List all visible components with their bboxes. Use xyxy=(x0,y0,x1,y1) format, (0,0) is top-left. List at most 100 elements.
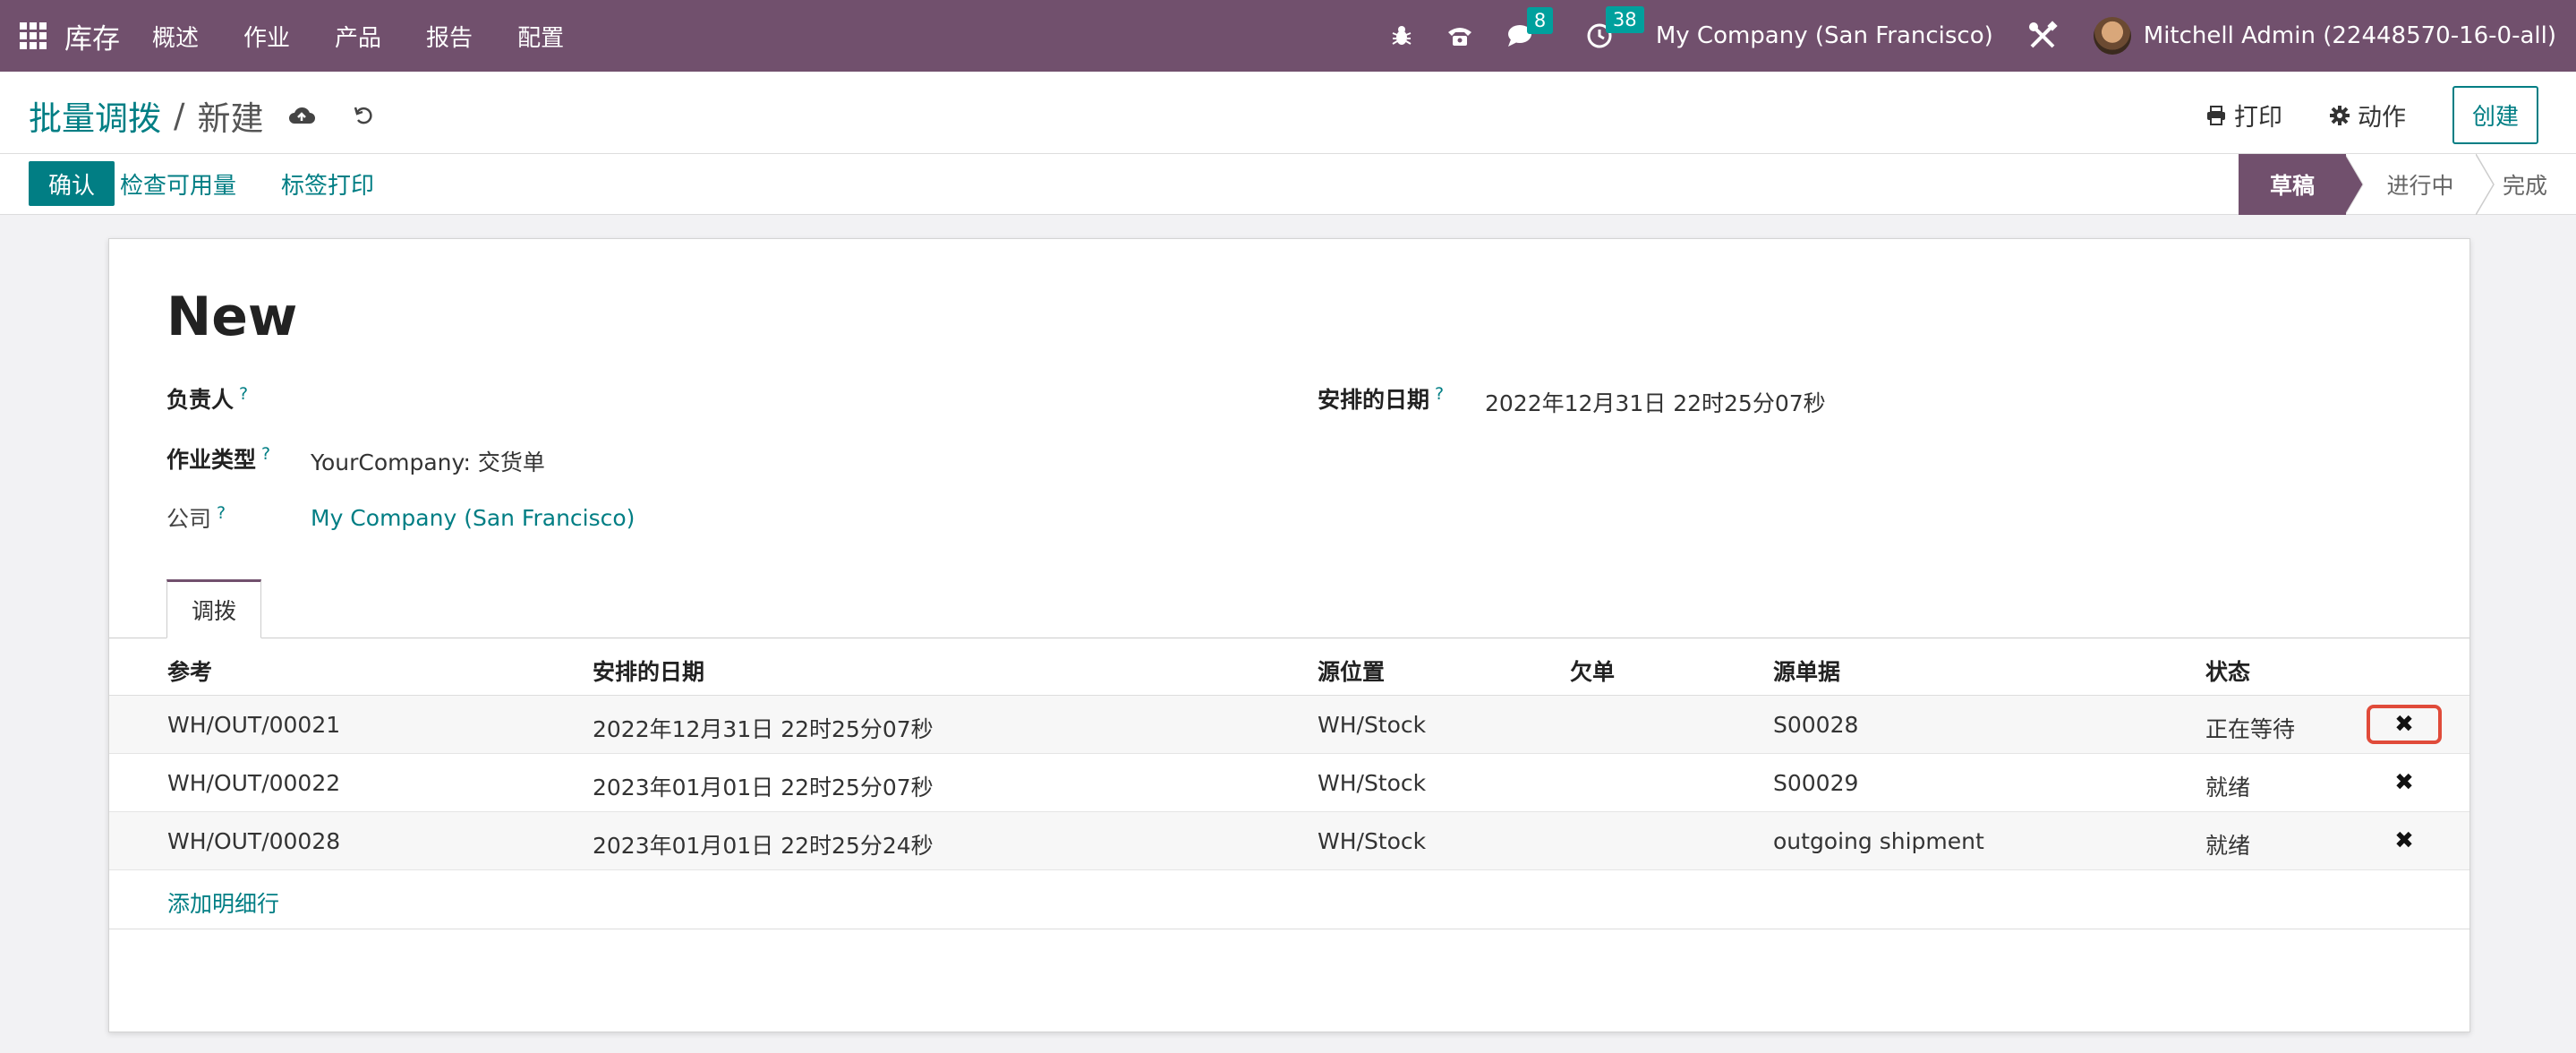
add-line-row: 添加明细行 xyxy=(109,870,2469,929)
help-icon[interactable]: ? xyxy=(261,444,270,464)
status-arrow xyxy=(2476,154,2495,215)
status-draft-label: 草稿 xyxy=(2269,173,2315,199)
check-availability-button[interactable]: 检查可用量 xyxy=(120,161,236,206)
control-panel-bottom: 确认 检查可用量 标签打印 草稿 进行中 完成 xyxy=(0,154,2576,215)
menu-item-reporting[interactable]: 报告 xyxy=(426,20,473,53)
action-label: 动作 xyxy=(2357,104,2406,132)
save-cloud-icon[interactable] xyxy=(288,106,316,125)
cell-scheduled-date: 2023年01月01日 22时25分07秒 xyxy=(593,775,934,800)
help-icon[interactable]: ? xyxy=(1435,384,1444,404)
printer-icon xyxy=(2206,105,2225,125)
create-button[interactable]: 创建 xyxy=(2452,86,2538,144)
gear-icon xyxy=(2329,105,2350,125)
add-line-link[interactable]: 添加明细行 xyxy=(167,886,279,919)
confirm-button[interactable]: 确认 xyxy=(29,161,115,206)
cell-source-location: WH/Stock xyxy=(1318,770,1427,796)
table-header: 参考 安排的日期 源位置 欠单 源单据 状态 xyxy=(109,638,2469,696)
cell-source-location: WH/Stock xyxy=(1318,712,1427,738)
column-source-document[interactable]: 源单据 xyxy=(1773,655,1840,687)
company-label: 公司? xyxy=(166,501,226,534)
cell-source-document: S00029 xyxy=(1773,770,1859,796)
control-panel: 批量调拨 / 新建 打印 动作 创建 确认 检查可用量 标签打印 草稿 进行中 … xyxy=(0,72,2576,215)
status-draft[interactable]: 草稿 xyxy=(2239,154,2346,215)
table-row[interactable]: WH/OUT/00021 2022年12月31日 22时25分07秒 WH/St… xyxy=(109,696,2469,754)
navbar-systray: 8 38 My Company (San Francisco) Mitchell… xyxy=(1391,0,2576,72)
control-panel-top: 批量调拨 / 新建 打印 动作 创建 xyxy=(0,72,2576,154)
tools-icon[interactable] xyxy=(2027,21,2058,51)
record-actions: 打印 动作 创建 xyxy=(2205,86,2538,144)
cell-scheduled-date: 2023年01月01日 22时25分24秒 xyxy=(593,833,934,859)
breadcrumb-current: 新建 xyxy=(197,99,264,138)
print-menu[interactable]: 打印 xyxy=(2205,98,2282,133)
scheduled-date-label: 安排的日期? xyxy=(1318,382,1444,415)
status-bar: 草稿 进行中 完成 xyxy=(2239,154,2576,215)
operation-type-label-text: 作业类型 xyxy=(166,447,257,473)
breadcrumb-parent[interactable]: 批量调拨 xyxy=(29,91,161,140)
status-in-progress[interactable]: 进行中 xyxy=(2365,154,2476,215)
messages-badge: 8 xyxy=(1526,7,1554,34)
bug-icon[interactable] xyxy=(1391,24,1412,47)
main-menu: 概述 作业 产品 报告 配置 xyxy=(152,20,609,53)
tab-transfers-label: 调拨 xyxy=(191,598,236,624)
company-label-text: 公司 xyxy=(166,506,212,532)
table-row[interactable]: WH/OUT/00022 2023年01月01日 22时25分07秒 WH/St… xyxy=(109,754,2469,812)
operation-type-field[interactable]: YourCompany: 交货单 xyxy=(311,445,545,477)
responsible-field[interactable] xyxy=(311,382,669,411)
user-menu[interactable]: Mitchell Admin (22448570-16-0-all) xyxy=(2144,22,2556,49)
transfers-table: 参考 安排的日期 源位置 欠单 源单据 状态 WH/OUT/00021 2022… xyxy=(109,638,2469,929)
delete-row-icon[interactable]: ✖ xyxy=(2367,763,2442,802)
menu-item-configuration[interactable]: 配置 xyxy=(517,20,564,53)
apps-menu-icon[interactable] xyxy=(20,22,47,49)
action-menu[interactable]: 动作 xyxy=(2329,98,2406,133)
menu-item-operations[interactable]: 作业 xyxy=(243,20,290,53)
cell-source-location: WH/Stock xyxy=(1318,828,1427,854)
cell-status: 就绪 xyxy=(2205,833,2251,859)
column-source-location[interactable]: 源位置 xyxy=(1318,655,1385,687)
column-status[interactable]: 状态 xyxy=(2205,655,2250,687)
tab-transfers[interactable]: 调拨 xyxy=(166,579,261,638)
activities-badge: 38 xyxy=(1605,6,1644,33)
company-field[interactable]: My Company (San Francisco) xyxy=(311,505,635,531)
cell-reference: WH/OUT/00022 xyxy=(167,770,341,796)
menu-item-overview[interactable]: 概述 xyxy=(152,20,199,53)
delete-row-icon[interactable]: ✖ xyxy=(2367,705,2442,744)
cell-reference: WH/OUT/00028 xyxy=(167,828,341,854)
cell-source-document: S00028 xyxy=(1773,712,1859,738)
record-title: New xyxy=(166,286,298,348)
activity-clock-icon[interactable]: 38 xyxy=(1586,6,1644,49)
top-navbar: 库存 概述 作业 产品 报告 配置 8 38 My Company (San F… xyxy=(0,0,2576,72)
cell-status: 就绪 xyxy=(2205,775,2251,800)
messages-icon[interactable]: 8 xyxy=(1507,7,1554,48)
delete-row-icon[interactable]: ✖ xyxy=(2367,821,2442,860)
cell-scheduled-date: 2022年12月31日 22时25分07秒 xyxy=(593,716,934,742)
print-labels-button[interactable]: 标签打印 xyxy=(281,161,374,206)
column-reference[interactable]: 参考 xyxy=(167,655,212,687)
responsible-label-text: 负责人 xyxy=(166,387,235,413)
cell-reference: WH/OUT/00021 xyxy=(167,712,341,738)
status-done[interactable]: 完成 xyxy=(2495,154,2576,215)
status-arrow xyxy=(2345,154,2364,215)
operation-type-label: 作业类型? xyxy=(166,442,270,475)
help-icon[interactable]: ? xyxy=(239,384,248,404)
table-row[interactable]: WH/OUT/00028 2023年01月01日 22时25分24秒 WH/St… xyxy=(109,812,2469,870)
responsible-label: 负责人? xyxy=(166,382,248,415)
breadcrumb-separator: / xyxy=(174,96,185,135)
user-avatar[interactable] xyxy=(2093,17,2131,55)
help-icon[interactable]: ? xyxy=(217,503,226,523)
status-done-label: 完成 xyxy=(2503,173,2548,199)
form-sheet: New 负责人? 作业类型? YourCompany: 交货单 公司? My C… xyxy=(108,238,2470,1032)
company-switcher[interactable]: My Company (San Francisco) xyxy=(1656,22,1993,49)
scheduled-date-label-text: 安排的日期 xyxy=(1318,387,1430,413)
scheduled-date-field[interactable]: 2022年12月31日 22时25分07秒 xyxy=(1485,386,1826,418)
app-name[interactable]: 库存 xyxy=(64,16,120,56)
phone-icon[interactable] xyxy=(1446,24,1473,47)
print-label: 打印 xyxy=(2233,104,2282,132)
breadcrumb: 批量调拨 / 新建 xyxy=(29,91,374,140)
status-in-progress-label: 进行中 xyxy=(2386,173,2454,199)
menu-item-products[interactable]: 产品 xyxy=(335,20,381,53)
discard-undo-icon[interactable] xyxy=(353,105,374,126)
cell-source-document: outgoing shipment xyxy=(1773,828,1984,854)
cell-status: 正在等待 xyxy=(2205,716,2296,742)
column-scheduled-date[interactable]: 安排的日期 xyxy=(593,655,704,687)
column-backorder[interactable]: 欠单 xyxy=(1570,655,1615,687)
